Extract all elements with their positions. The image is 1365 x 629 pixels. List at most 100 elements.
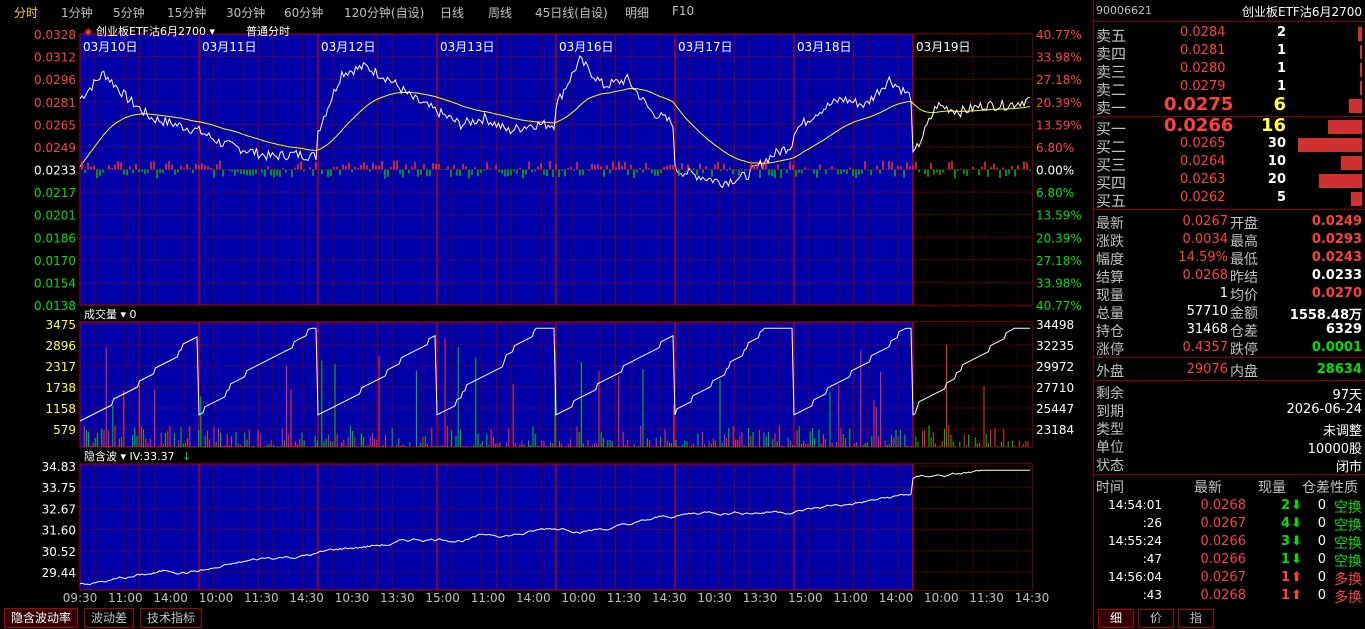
outer-label: 外盘 <box>1096 364 1124 380</box>
orderbook-volume: 1 <box>1276 79 1286 94</box>
time-tick: 14:00 <box>879 591 914 605</box>
trade-time: 14:55:24 <box>1108 534 1162 548</box>
period-tab-10[interactable]: 明细 <box>625 4 649 21</box>
volume-tick-right: 29972 <box>1036 360 1074 374</box>
bottom-tab-1[interactable]: 波动差 <box>84 608 135 628</box>
info-label: 剩余 <box>1096 386 1124 402</box>
date-label: 03月18日 <box>797 40 852 54</box>
trade-nature: 空换 <box>1334 554 1362 570</box>
orderbook-price[interactable]: 0.0279 <box>1180 79 1226 94</box>
trade-volume: 3 <box>1280 534 1290 549</box>
period-tab-3[interactable]: 15分钟 <box>167 4 206 21</box>
stat-label: 跌停 <box>1230 342 1258 358</box>
orderbook-bar <box>1360 45 1362 59</box>
trade-time: :47 <box>1142 552 1162 566</box>
stat-value: 31468 <box>1186 322 1228 337</box>
trade-diff: 0 <box>1317 588 1326 603</box>
bottom-tab-0[interactable]: 隐含波动率 <box>4 608 79 628</box>
iv-label[interactable]: 隐含波 ▾ IV:33.37 <box>84 449 175 463</box>
trade-nature: 多换 <box>1334 572 1362 588</box>
chart-area[interactable]: 0.0328 40.77% 0.0312 33.98% 0.0296 27.18% 0.02… <box>0 24 1092 606</box>
time-tick: 10:30 <box>335 591 370 605</box>
price-tick-left: 0.0249 <box>34 141 76 155</box>
price-tick-right: 27.18% <box>1036 73 1082 87</box>
orderbook-price[interactable]: 0.0264 <box>1180 154 1226 169</box>
orderbook-bar <box>1360 63 1362 77</box>
stat-value: 0.0249 <box>1311 214 1362 229</box>
side-tab-2[interactable]: 指 <box>1178 609 1214 628</box>
arrow-down-icon: ⬇ <box>1291 516 1302 531</box>
side-tab-0[interactable]: 细 <box>1098 609 1134 628</box>
period-tab-6[interactable]: 120分钟(自设) <box>344 4 424 21</box>
orderbook-price[interactable]: 0.0284 <box>1180 25 1226 40</box>
volume-tick-left: 1738 <box>45 381 76 395</box>
trade-time: :26 <box>1142 516 1162 530</box>
price-tick-right: 40.77% <box>1036 28 1082 42</box>
period-tab-1[interactable]: 1分钟 <box>61 4 93 21</box>
orderbook-volume: 2 <box>1276 25 1286 40</box>
orderbook-price[interactable]: 0.0275 <box>1164 94 1233 115</box>
trades-header: 最新 <box>1194 480 1222 496</box>
orderbook-price[interactable]: 0.0280 <box>1180 61 1226 76</box>
volume-label[interactable]: 成交量 ▾ 0 <box>84 307 137 321</box>
time-tick: 15:00 <box>425 591 460 605</box>
price-tick-right: 33.98% <box>1036 276 1082 290</box>
price-tick-right: 13.59% <box>1036 209 1082 223</box>
orderbook-price[interactable]: 0.0266 <box>1164 115 1233 136</box>
orderbook-volume: 20 <box>1267 172 1286 187</box>
period-tab-4[interactable]: 30分钟 <box>226 4 265 21</box>
stat-label: 最新 <box>1096 216 1124 232</box>
trade-nature: 空换 <box>1334 518 1362 534</box>
time-tick: 11:00 <box>108 591 143 605</box>
stat-label: 幅度 <box>1096 252 1124 268</box>
orderbook-price[interactable]: 0.0263 <box>1180 172 1226 187</box>
outer-value: 29076 <box>1186 362 1228 377</box>
stat-value: 0.0293 <box>1311 232 1362 247</box>
price-tick-right: 0.00% <box>1036 164 1074 178</box>
side-tab-1[interactable]: 价 <box>1138 609 1174 628</box>
info-value: 10000股 <box>1307 442 1362 457</box>
date-label: 03月10日 <box>83 40 138 54</box>
trade-diff: 0 <box>1317 570 1326 585</box>
trade-diff: 0 <box>1317 534 1326 549</box>
time-tick: 14:00 <box>516 591 551 605</box>
orderbook-price[interactable]: 0.0262 <box>1180 190 1226 205</box>
stat-value: 0.0267 <box>1182 214 1229 229</box>
price-tick-right: 20.39% <box>1036 96 1082 110</box>
stat-label: 结算 <box>1096 270 1124 286</box>
price-tick-left: 0.0233 <box>34 164 76 178</box>
contract-code: 90006621 <box>1096 4 1152 17</box>
time-tick: 15:00 <box>788 591 823 605</box>
stat-value: 0.0233 <box>1311 268 1362 283</box>
period-tab-7[interactable]: 日线 <box>440 4 464 21</box>
orderbook-bar <box>1349 99 1362 113</box>
period-tab-8[interactable]: 周线 <box>488 4 512 21</box>
trade-nature: 空换 <box>1334 500 1362 516</box>
time-tick: 11:30 <box>607 591 642 605</box>
trade-time: 14:54:01 <box>1108 498 1162 512</box>
trade-nature: 多换 <box>1334 590 1362 606</box>
period-tab-2[interactable]: 5分钟 <box>113 4 145 21</box>
iv-down-arrow-icon: ↓ <box>182 450 191 463</box>
trade-volume: 1 <box>1280 552 1290 567</box>
stat-label: 开盘 <box>1230 216 1258 232</box>
price-tick-right: 6.80% <box>1036 186 1074 200</box>
time-tick: 14:00 <box>153 591 188 605</box>
contract-name: 创业板ETF沽6月2700 <box>1242 5 1362 19</box>
chart-contract-name[interactable]: 创业板ETF沽6月2700 ▾ <box>96 24 215 38</box>
orderbook-price[interactable]: 0.0281 <box>1180 43 1226 58</box>
period-tab-9[interactable]: 45日线(自设) <box>535 4 608 21</box>
stat-value: 0.0001 <box>1311 340 1362 355</box>
bottom-tab-2[interactable]: 技术指标 <box>140 608 203 628</box>
iv-tick: 34.83 <box>42 460 76 474</box>
stat-label: 均价 <box>1230 288 1258 304</box>
period-tab-5[interactable]: 60分钟 <box>284 4 323 21</box>
price-tick-right: 20.39% <box>1036 231 1082 245</box>
orderbook-price[interactable]: 0.0265 <box>1180 136 1226 151</box>
period-tab-11[interactable]: F10 <box>672 4 694 18</box>
time-tick: 10:00 <box>924 591 959 605</box>
stat-label: 涨停 <box>1096 342 1124 358</box>
stat-value: 14.59% <box>1178 250 1228 265</box>
period-tab-0[interactable]: 分时 <box>14 4 38 21</box>
volume-tick-right: 34498 <box>1036 318 1074 332</box>
